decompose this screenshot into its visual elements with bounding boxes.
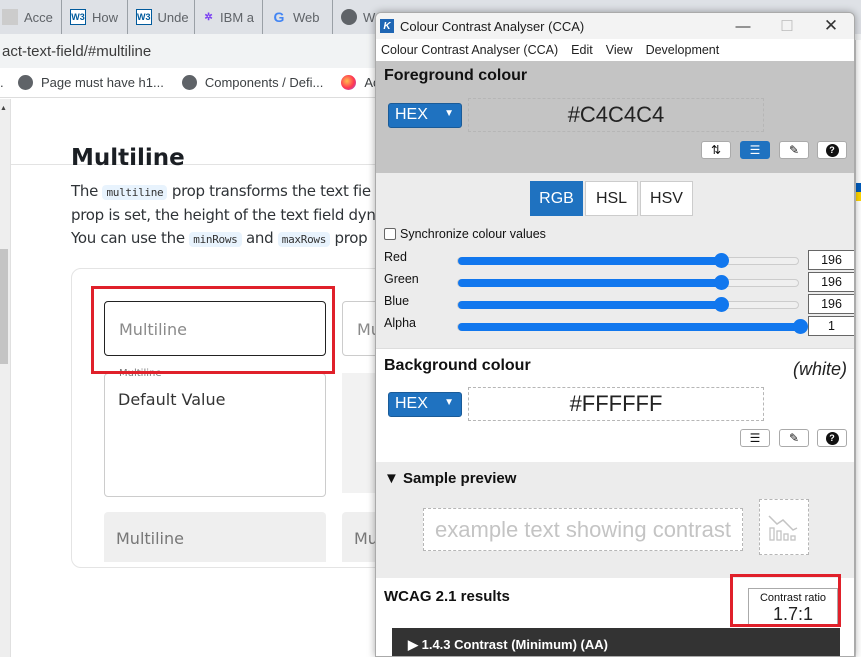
slider-row-blue: Blue 196 [384, 294, 854, 314]
menu-bar: Colour Contrast Analyser (CCA) Edit View… [376, 39, 854, 61]
preview-graphic-button[interactable] [759, 499, 809, 555]
background-title: Background colour [384, 357, 531, 374]
foreground-format-select[interactable]: HEX ▼ [388, 103, 462, 128]
blue-value-input[interactable]: 196 [808, 294, 854, 314]
foreground-section: Foreground colour HEX ▼ #C4C4C4 ⇅ ☰ ✎ ? [376, 61, 854, 173]
google-icon: G [273, 9, 285, 25]
scrollbar-thumb[interactable] [0, 249, 8, 364]
tab-hsv[interactable]: HSV [640, 181, 693, 216]
bookmark-item[interactable]: Components / Defi... [181, 75, 323, 90]
menu-view[interactable]: View [606, 43, 633, 57]
eyedropper-icon: ✎ [788, 143, 800, 157]
foreground-title: Foreground colour [384, 67, 528, 84]
browser-tab[interactable]: W3 How [62, 0, 128, 34]
red-slider[interactable] [457, 253, 799, 268]
green-value-input[interactable]: 196 [808, 272, 854, 292]
url-text: act-text-field/#multiline [2, 42, 152, 60]
slider-row-red: Red 196 [384, 250, 854, 270]
foreground-help-button[interactable]: ? [817, 141, 847, 159]
foreground-eyedropper-button[interactable]: ✎ [779, 141, 809, 159]
tab-rgb[interactable]: RGB [530, 181, 583, 216]
globe-icon [18, 75, 33, 90]
red-value-input[interactable]: 196 [808, 250, 854, 270]
sync-colour-values[interactable]: Synchronize colour values [384, 227, 546, 241]
code-maxrows: maxRows [277, 232, 331, 247]
browser-tab[interactable]: ✲ IBM a [195, 0, 263, 34]
ibm-bee-icon: ✲ [204, 11, 213, 23]
sidebar-scrollbar[interactable]: ▲ [0, 99, 11, 657]
multiline-filled-field[interactable]: Multiline [104, 512, 326, 562]
green-slider-handle[interactable] [714, 275, 729, 290]
menu-edit[interactable]: Edit [571, 43, 593, 57]
help-icon: ? [825, 143, 839, 157]
slider-row-green: Green 196 [384, 272, 854, 292]
background-eyedropper-button[interactable]: ✎ [779, 429, 809, 447]
close-button[interactable]: ✕ [808, 13, 854, 39]
sliders-icon: ☰ [749, 143, 761, 157]
sliders-icon: ☰ [749, 431, 761, 445]
chevron-down-icon: ▼ [444, 108, 454, 119]
red-slider-handle[interactable] [714, 253, 729, 268]
multiline-default-value-field[interactable]: Multiline Default Value [104, 368, 326, 497]
background-sliders-button[interactable]: ☰ [740, 429, 770, 447]
background-colour-name: (white) [792, 359, 847, 379]
page-right-edge [855, 40, 861, 657]
alpha-slider[interactable] [457, 319, 808, 334]
globe-icon [341, 9, 357, 25]
w3c-icon: W3 [70, 9, 86, 25]
window-title: Colour Contrast Analyser (CCA) [400, 18, 585, 34]
colour-mode-tabs: RGB HSL HSV [530, 181, 695, 216]
background-help-button[interactable]: ? [817, 429, 847, 447]
background-section: Background colour (white) HEX ▼ #FFFFFF … [376, 348, 854, 462]
green-slider[interactable] [457, 275, 799, 290]
browser-tab[interactable]: W3 Unde [128, 0, 195, 34]
criterion-1-4-3-toggle[interactable]: ▶ 1.4.3 Contrast (Minimum) (AA) [392, 628, 840, 656]
field-value: Default Value [118, 390, 226, 409]
w3c-icon: W3 [136, 9, 152, 25]
cca-window: K Colour Contrast Analyser (CCA) — ☐ ✕ C… [375, 12, 855, 657]
chevron-down-icon: ▼ [444, 397, 454, 408]
code-minrows: minRows [189, 232, 242, 247]
sample-preview-section: ▼ Sample preview example text showing co… [376, 462, 854, 578]
browser-tab[interactable]: Acce [0, 0, 62, 34]
accessibility-favicon-icon [2, 9, 18, 25]
page-header [11, 99, 380, 165]
tab-hsl[interactable]: HSL [585, 181, 638, 216]
firefox-icon [341, 75, 357, 90]
blue-slider[interactable] [457, 297, 799, 312]
code-multiline: multiline [102, 185, 168, 200]
minimize-button[interactable]: — [720, 13, 766, 39]
wcag-results-title: WCAG 2.1 results [384, 588, 510, 605]
slider-row-alpha: Alpha 1 [384, 316, 854, 336]
eyedropper-icon: ✎ [788, 431, 800, 445]
globe-icon [181, 75, 197, 90]
scroll-up-icon[interactable]: ▲ [0, 105, 7, 112]
background-format-select[interactable]: HEX ▼ [388, 392, 462, 417]
help-icon: ? [825, 431, 839, 445]
alpha-slider-handle[interactable] [793, 319, 808, 334]
foreground-hex-input[interactable]: #C4C4C4 [468, 98, 764, 132]
menu-app[interactable]: Colour Contrast Analyser (CCA) [381, 43, 558, 57]
alpha-value-input[interactable]: 1 [808, 316, 854, 336]
window-titlebar[interactable]: K Colour Contrast Analyser (CCA) — ☐ ✕ [376, 13, 854, 39]
background-hex-input[interactable]: #FFFFFF [468, 387, 764, 421]
cca-app-icon: K [380, 19, 394, 33]
menu-development[interactable]: Development [646, 43, 720, 57]
sample-preview-toggle[interactable]: ▼ Sample preview [384, 470, 516, 487]
section-heading: Multiline [71, 145, 185, 171]
browser-tab[interactable]: G Web [263, 0, 333, 34]
highlight-box-field [91, 286, 335, 374]
highlight-box-ratio [730, 574, 841, 627]
sample-text: example text showing contrast [423, 508, 743, 551]
swap-colours-button[interactable]: ⇅ [701, 141, 731, 159]
sync-checkbox[interactable] [384, 228, 396, 240]
maximize-button[interactable]: ☐ [764, 13, 810, 39]
bookmark-item[interactable]: Page must have h1... [18, 75, 164, 90]
screen: Acce W3 How W3 Unde ✲ IBM a G Web WC act… [0, 0, 861, 657]
foreground-sliders-button[interactable]: ☰ [740, 141, 770, 159]
blue-slider-handle[interactable] [714, 297, 729, 312]
section-description: The multiline prop transforms the text f… [71, 182, 385, 247]
chart-decline-icon [768, 515, 798, 541]
swap-icon: ⇅ [710, 143, 722, 157]
